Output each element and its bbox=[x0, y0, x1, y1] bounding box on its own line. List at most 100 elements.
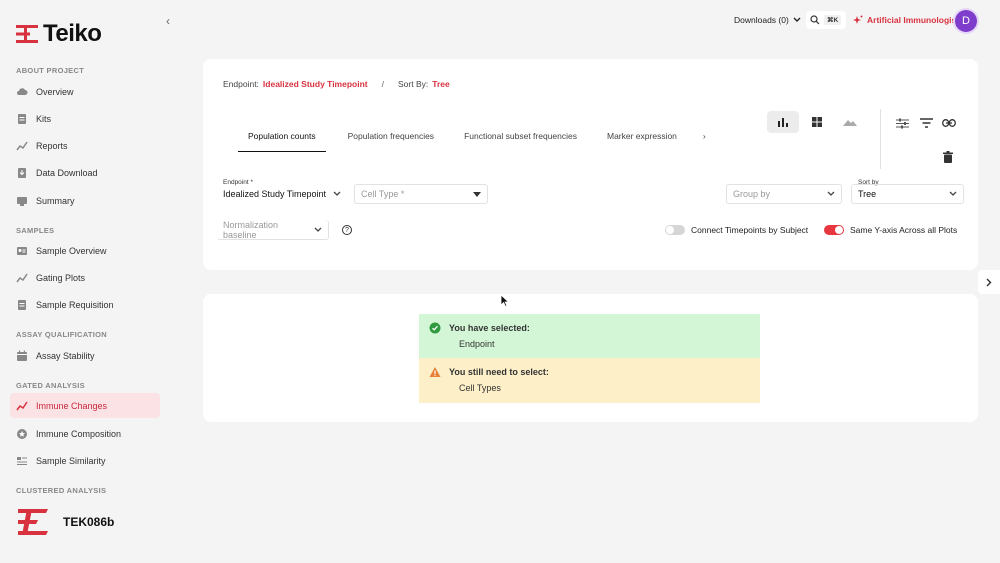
normalization-placeholder: Normalization baseline bbox=[223, 219, 279, 240]
sidebar-item-immune-changes[interactable]: Immune Changes bbox=[10, 393, 160, 418]
sidebar-item-sample-similarity[interactable]: Sample Similarity bbox=[10, 448, 160, 473]
sidebar-item-summary[interactable]: Summary bbox=[10, 188, 160, 213]
sidebar-item-label: Immune Changes bbox=[36, 400, 108, 411]
cell-type-select[interactable]: Cell Type * bbox=[354, 184, 488, 204]
sidebar-item-reports[interactable]: Reports bbox=[10, 133, 160, 158]
star-icon bbox=[17, 428, 27, 439]
cloud-icon bbox=[17, 87, 28, 95]
tab-marker-expression[interactable]: Marker expression bbox=[597, 131, 687, 152]
document-icon bbox=[18, 299, 26, 310]
check-circle-icon bbox=[429, 322, 441, 334]
chevron-down-icon bbox=[793, 17, 801, 22]
sidebar-item-label: Sample Overview bbox=[36, 245, 107, 256]
section-assay-qualification: ASSAY QUALIFICATION bbox=[16, 330, 107, 339]
section-about-project: ABOUT PROJECT bbox=[16, 66, 85, 75]
sidebar-item-label: Overview bbox=[36, 86, 74, 97]
sidebar-item-label: Kits bbox=[36, 113, 52, 124]
sidebar-item-label: Summary bbox=[36, 195, 75, 206]
chart-line-icon bbox=[16, 401, 28, 410]
bar-chart-icon bbox=[778, 118, 788, 127]
ai-label: Artificial Immunologist bbox=[867, 15, 960, 25]
sidebar-item-sample-overview[interactable]: Sample Overview bbox=[10, 238, 160, 263]
status-card: You have selected: Endpoint You still ne… bbox=[203, 294, 978, 422]
toggle-knob bbox=[666, 226, 674, 234]
tab-bar: Population counts Population frequencies… bbox=[238, 131, 706, 152]
breadcrumb-sort-value[interactable]: Tree bbox=[432, 79, 450, 89]
search-icon bbox=[810, 15, 820, 25]
chevron-left-icon[interactable]: ‹ bbox=[166, 14, 170, 28]
artificial-immunologist-button[interactable]: Artificial Immunologist bbox=[853, 15, 959, 25]
sort-by-value: Tree bbox=[858, 189, 877, 199]
filter-icon[interactable] bbox=[919, 116, 933, 130]
calendar-icon bbox=[17, 350, 27, 361]
same-y-axis-toggle[interactable] bbox=[824, 225, 844, 235]
tab-functional-subset-frequencies[interactable]: Functional subset frequencies bbox=[454, 131, 587, 152]
section-clustered-analysis: CLUSTERED ANALYSIS bbox=[16, 486, 107, 495]
expand-panel-button[interactable] bbox=[978, 270, 1000, 294]
need-value: Cell Types bbox=[459, 383, 501, 393]
breadcrumb-sort-label: Sort By: bbox=[398, 79, 429, 89]
sidebar-item-gating-plots[interactable]: Gating Plots bbox=[10, 265, 160, 290]
need-title: You still need to select: bbox=[449, 367, 549, 377]
sidebar-item-kits[interactable]: Kits bbox=[10, 106, 160, 131]
breadcrumb-endpoint-value[interactable]: Idealized Study Timepoint bbox=[263, 79, 368, 89]
sliders-icon[interactable] bbox=[895, 116, 909, 130]
breadcrumb-endpoint-label: Endpoint: bbox=[223, 79, 259, 89]
avatar[interactable]: D bbox=[955, 10, 977, 32]
controls-card: Endpoint: Idealized Study Timepoint / So… bbox=[203, 59, 978, 270]
shortcut-badge: ⌘K bbox=[824, 15, 842, 25]
cell-type-placeholder: Cell Type * bbox=[361, 189, 405, 199]
chevron-down-icon bbox=[827, 191, 835, 196]
selected-value: Endpoint bbox=[459, 339, 495, 349]
sort-by-select[interactable]: Tree bbox=[851, 184, 964, 204]
search-button[interactable]: ⌘K bbox=[806, 11, 846, 29]
same-y-axis-label: Same Y-axis Across all Plots bbox=[850, 225, 958, 235]
endpoint-select[interactable]: Idealized Study Timepoint bbox=[223, 184, 347, 204]
sidebar-item-immune-composition[interactable]: Immune Composition bbox=[10, 421, 160, 446]
sidebar-item-label: Data Download bbox=[36, 167, 98, 178]
tabs-scroll-right[interactable]: › bbox=[693, 131, 706, 141]
toggle-knob bbox=[835, 226, 843, 234]
heatmap-toggle[interactable] bbox=[801, 111, 833, 133]
sidebar: Teiko ‹ ABOUT PROJECT Overview Kits Repo… bbox=[0, 0, 185, 563]
document-icon bbox=[18, 113, 26, 124]
sidebar-item-overview[interactable]: Overview bbox=[10, 79, 160, 104]
sidebar-item-label: Sample Similarity bbox=[36, 455, 106, 466]
summary-icon bbox=[17, 196, 27, 206]
trash-icon[interactable] bbox=[941, 150, 955, 164]
sidebar-item-sample-requisition[interactable]: Sample Requisition bbox=[10, 292, 160, 317]
link-icon[interactable] bbox=[942, 116, 956, 130]
sidebar-item-assay-stability[interactable]: Assay Stability bbox=[10, 343, 160, 368]
sidebar-item-label: Gating Plots bbox=[36, 272, 86, 283]
sidebar-item-label: Sample Requisition bbox=[36, 299, 114, 310]
selected-title: You have selected: bbox=[449, 323, 530, 333]
teiko-logo[interactable]: Teiko bbox=[16, 20, 102, 48]
chevron-down-icon bbox=[314, 227, 322, 232]
sidebar-item-data-download[interactable]: Data Download bbox=[10, 160, 160, 185]
sidebar-item-label: Immune Composition bbox=[36, 428, 122, 439]
tab-population-counts[interactable]: Population counts bbox=[238, 131, 326, 152]
connect-timepoints-toggle[interactable] bbox=[665, 225, 685, 235]
endpoint-select-value: Idealized Study Timepoint bbox=[223, 189, 327, 199]
normalization-baseline-select[interactable]: Normalization baseline bbox=[217, 220, 329, 240]
mountain-icon bbox=[843, 120, 857, 126]
section-samples: SAMPLES bbox=[16, 226, 55, 235]
project-name: TEK086b bbox=[63, 515, 115, 529]
selected-alert: You have selected: Endpoint bbox=[419, 314, 760, 358]
brand-name: Teiko bbox=[43, 20, 102, 47]
chart-line-icon bbox=[16, 141, 28, 150]
density-toggle[interactable] bbox=[834, 111, 866, 133]
downloads-button[interactable]: Downloads (0) bbox=[734, 15, 801, 25]
help-icon[interactable]: ? bbox=[342, 225, 352, 235]
sidebar-item-label: Assay Stability bbox=[36, 350, 95, 361]
id-card-icon bbox=[17, 246, 27, 255]
grid-icon bbox=[812, 117, 822, 127]
group-by-select[interactable]: Group by bbox=[726, 184, 842, 204]
section-gated-analysis: GATED ANALYSIS bbox=[16, 381, 85, 390]
chevron-right-icon bbox=[986, 278, 992, 286]
project-switcher[interactable]: TEK086b bbox=[16, 508, 114, 536]
sidebar-item-label: Reports bbox=[36, 140, 68, 151]
tab-population-frequencies[interactable]: Population frequencies bbox=[338, 131, 444, 152]
mouse-cursor-icon bbox=[500, 294, 509, 307]
bar-chart-toggle[interactable] bbox=[767, 111, 799, 133]
